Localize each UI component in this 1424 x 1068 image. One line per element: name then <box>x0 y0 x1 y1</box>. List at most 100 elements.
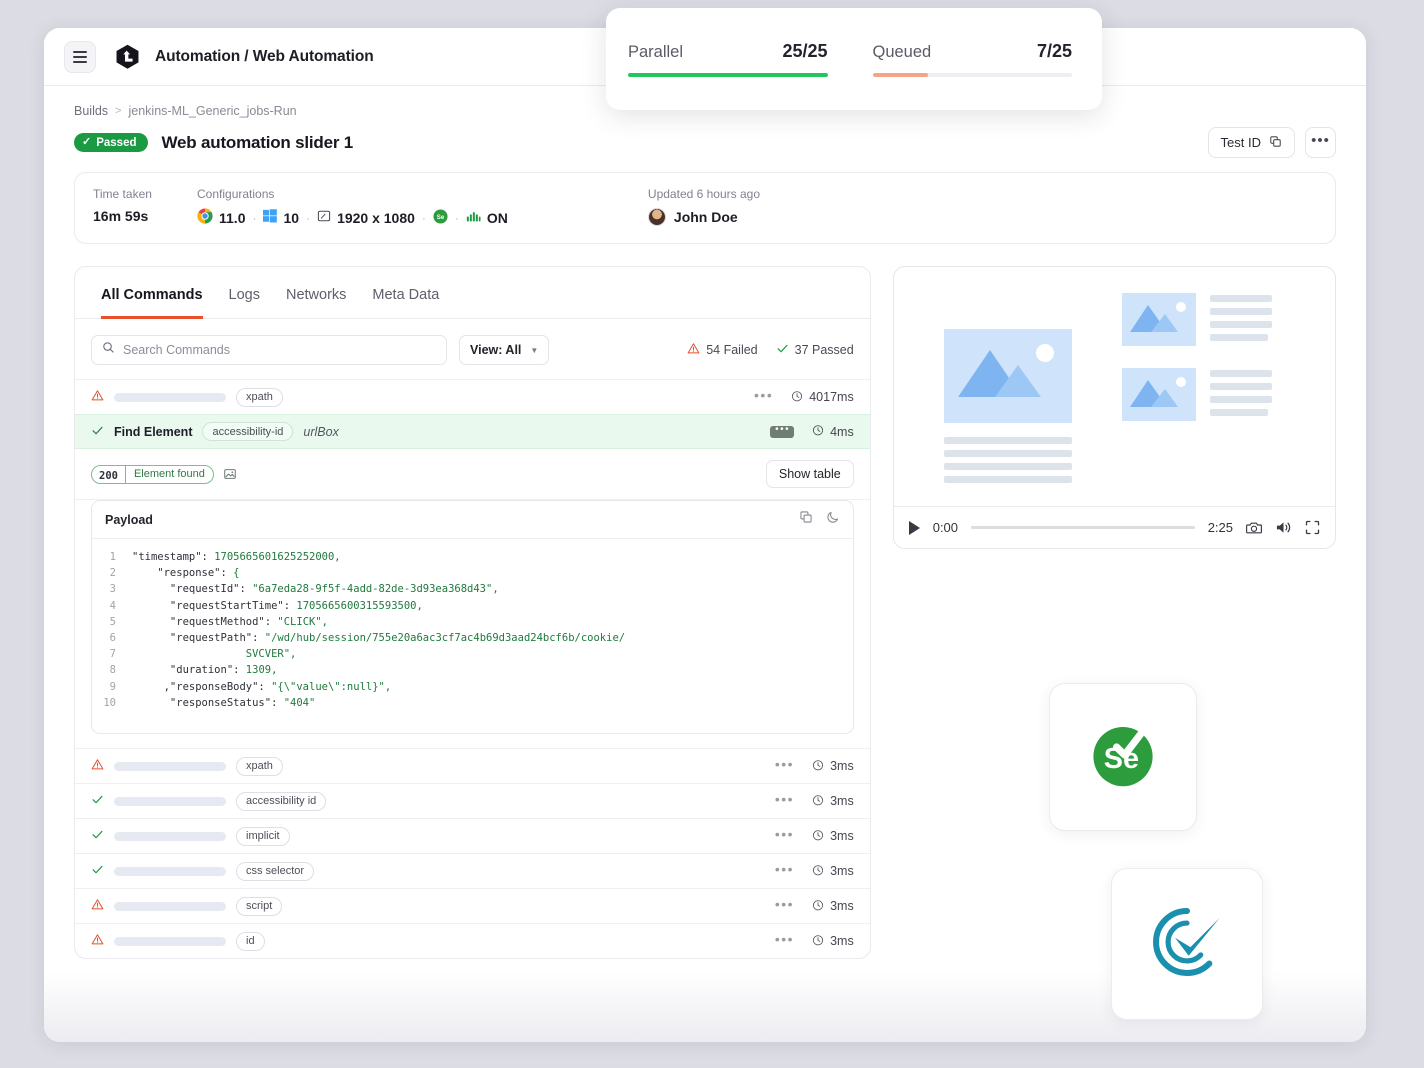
passed-count-label: 37 Passed <box>795 343 854 357</box>
more-options-button[interactable]: ••• <box>1305 127 1336 158</box>
response-status-chip: 200 Element found <box>91 465 214 484</box>
row-more-button[interactable]: ••• <box>775 764 794 769</box>
search-box[interactable] <box>91 335 447 365</box>
table-row-selected[interactable]: Find Element accessibility-id urlBox ••• <box>75 414 870 449</box>
line-number: 5 <box>98 614 132 630</box>
command-counts: 54 Failed 37 Passed <box>687 342 854 358</box>
line-number: 4 <box>98 598 132 614</box>
tab-logs[interactable]: Logs <box>229 267 260 319</box>
stat-queued-fill <box>873 73 929 77</box>
skeleton-placeholder <box>114 867 226 876</box>
view-filter-select[interactable]: View: All ▼ <box>459 335 549 365</box>
row-actions: ••• 3ms <box>775 934 854 949</box>
camera-icon[interactable] <box>1246 520 1262 535</box>
breadcrumb-separator: > <box>115 105 121 117</box>
tab-networks[interactable]: Networks <box>286 267 346 319</box>
locator-chip: accessibility id <box>236 792 326 811</box>
duration: 3ms <box>812 899 854 914</box>
stat-parallel-label: Parallel <box>628 43 683 62</box>
image-icon[interactable] <box>223 467 237 481</box>
payload-section: Payload <box>75 500 870 748</box>
breadcrumb-current[interactable]: jenkins-ML_Generic_jobs-Run <box>128 104 296 118</box>
stat-queued-track <box>873 73 1073 77</box>
volume-icon[interactable] <box>1275 520 1292 535</box>
locator-chip: accessibility-id <box>202 422 293 441</box>
config-framework: Se <box>433 209 448 227</box>
table-row[interactable]: implicit•••3ms <box>75 818 870 853</box>
locator-chip: script <box>236 897 282 916</box>
row-more-button[interactable]: ••• <box>770 426 794 438</box>
skeleton-placeholder <box>114 832 226 841</box>
line-text: "requestId": "6a7eda28-9f5f-4add-82de-3d… <box>132 581 499 597</box>
tab-meta-data[interactable]: Meta Data <box>372 267 439 319</box>
row-more-button[interactable]: ••• <box>775 799 794 804</box>
updated-block: Updated 6 hours ago John Doe <box>648 187 760 226</box>
duration: 3ms <box>812 794 854 809</box>
row-actions: ••• 4017ms <box>754 390 854 405</box>
config-os: 10 <box>263 209 299 226</box>
tab-all-commands[interactable]: All Commands <box>101 267 203 319</box>
config-browser-value: 11.0 <box>219 210 245 226</box>
screenshot-root: Automation / Web Automation Builds > jen… <box>0 0 1424 1068</box>
row-more-button[interactable]: ••• <box>775 869 794 874</box>
payload-code-line: 4 "requestStartTime": 170566560031559350… <box>98 598 847 614</box>
row-more-button[interactable]: ••• <box>775 834 794 839</box>
commands-tail-list: xpath•••3ms accessibility id ••• 3ms implici… <box>75 748 870 958</box>
fullscreen-icon[interactable] <box>1305 520 1320 535</box>
row-actions: ••• 4ms <box>770 424 854 439</box>
time-taken-value: 16m 59s <box>93 208 197 224</box>
clock-icon <box>812 829 824 844</box>
duration-value: 3ms <box>830 934 854 948</box>
view-filter-label: View: All <box>470 343 521 357</box>
test-id-button[interactable]: Test ID <box>1208 127 1295 158</box>
duration: 3ms <box>812 934 854 949</box>
play-icon[interactable] <box>909 521 920 535</box>
moon-icon[interactable] <box>826 510 840 529</box>
copy-icon <box>1269 135 1282 151</box>
payload-code-line: 1"timestamp": 1705665601625252000, <box>98 549 847 565</box>
table-row[interactable]: accessibility id ••• 3ms <box>75 783 870 818</box>
video-controls: 0:00 2:25 <box>894 506 1335 548</box>
payload-code-line: 6 "requestPath": "/wd/hub/session/755e20… <box>98 630 847 646</box>
configurations-list: 11.0 · 1 <box>197 208 508 227</box>
resolution-icon <box>317 209 331 226</box>
breadcrumb-root[interactable]: Builds <box>74 104 108 118</box>
panels: All Commands Logs Networks Meta Data <box>74 266 1336 959</box>
selenium-logo-badge: Se <box>1049 683 1197 831</box>
hamburger-icon[interactable] <box>64 41 96 73</box>
line-text: "duration": 1309, <box>132 662 277 678</box>
config-browser: 11.0 <box>197 208 245 227</box>
line-number: 10 <box>98 695 132 711</box>
video-seek-bar[interactable] <box>971 526 1195 529</box>
search-input[interactable] <box>123 343 436 357</box>
skeleton-hero <box>944 329 1072 483</box>
row-more-button[interactable]: ••• <box>775 939 794 944</box>
row-more-button[interactable]: ••• <box>754 395 773 400</box>
stat-parallel-fill <box>628 73 828 77</box>
commands-panel: All Commands Logs Networks Meta Data <box>74 266 871 959</box>
table-row[interactable]: id ••• 3ms <box>75 923 870 958</box>
table-row[interactable]: css selector•••3ms <box>75 853 870 888</box>
clock-icon <box>791 390 803 405</box>
copy-icon[interactable] <box>799 510 813 529</box>
video-player: 0:00 2:25 <box>893 266 1336 549</box>
config-sep-4: · <box>455 211 459 225</box>
placeholder-image-small <box>1122 293 1196 346</box>
show-table-button[interactable]: Show table <box>766 460 854 488</box>
row-more-button[interactable]: ••• <box>775 904 794 909</box>
line-text: "requestMethod": "CLICK", <box>132 614 328 630</box>
test-id-label: Test ID <box>1221 135 1261 150</box>
config-sep: · <box>252 211 256 225</box>
title-actions: Test ID ••• <box>1208 127 1336 158</box>
table-row[interactable]: script ••• 3ms <box>75 888 870 923</box>
locator-chip: id <box>236 932 265 951</box>
check-icon: ✓ <box>82 137 91 148</box>
payload-code-line: 5 "requestMethod": "CLICK", <box>98 614 847 630</box>
duration-value: 4ms <box>830 425 854 439</box>
table-row[interactable]: xpath ••• 4017ms <box>75 379 870 414</box>
selenium-logo-icon: Se <box>1083 715 1163 800</box>
chevron-down-icon: ▼ <box>530 346 538 355</box>
time-taken-label: Time taken <box>93 187 197 201</box>
stat-queued: Queued 7/25 <box>873 41 1073 77</box>
table-row[interactable]: xpath•••3ms <box>75 748 870 783</box>
